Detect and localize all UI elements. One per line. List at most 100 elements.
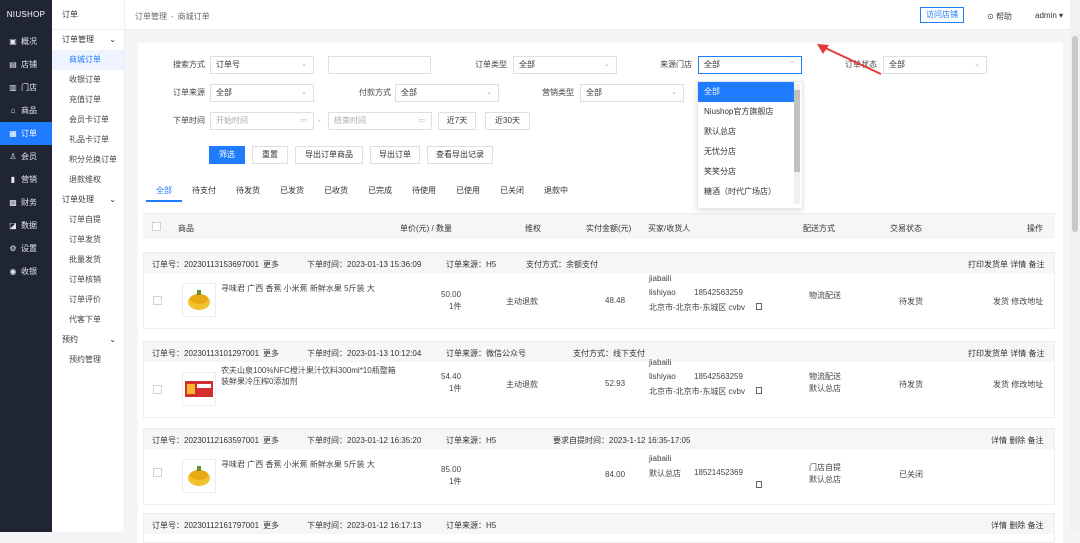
more-link[interactable]: 更多 xyxy=(263,259,279,270)
reset-button[interactable]: 重置 xyxy=(252,146,288,164)
status-tab[interactable]: 待发货 xyxy=(226,180,270,202)
select-all-checkbox[interactable] xyxy=(152,222,161,231)
status-tab[interactable]: 待使用 xyxy=(402,180,446,202)
rail-item-member[interactable]: ♙ 会员 xyxy=(0,145,52,168)
search-type-select[interactable]: 订单号 ⌄ xyxy=(210,56,314,74)
rail-item-goods[interactable]: ⌂ 商品 xyxy=(0,99,52,122)
rail-item-data[interactable]: ◪ 数据 xyxy=(0,214,52,237)
sub-nav-item[interactable]: 礼品卡订单 xyxy=(52,130,124,150)
rail-item-cashier[interactable]: ◉ 收银 xyxy=(0,260,52,283)
sub-nav-item[interactable]: 订单发货 xyxy=(52,230,124,250)
more-link[interactable]: 更多 xyxy=(263,435,279,446)
sub-nav-item[interactable]: 批量发货 xyxy=(52,250,124,270)
copy-icon[interactable] xyxy=(756,387,762,396)
rail-item-marketing[interactable]: ▮ 营销 xyxy=(0,168,52,191)
order-header: 订单号：20230112163597001 更多 下单时间：2023-01-12… xyxy=(144,429,1054,449)
store-option[interactable]: 笑笑分店 xyxy=(698,162,794,182)
store-option[interactable]: 无忧分店 xyxy=(698,142,794,162)
store-option[interactable]: 全部 xyxy=(698,82,794,102)
buyer-link[interactable]: jiabaili xyxy=(649,358,671,367)
export-log-button[interactable]: 查看导出记录 xyxy=(427,146,493,164)
rail-item-chart[interactable]: ▣ 概况 xyxy=(0,30,52,53)
copy-icon[interactable] xyxy=(756,303,762,312)
dropdown-scrollbar[interactable] xyxy=(794,84,800,204)
order-checkbox[interactable] xyxy=(153,296,162,305)
order-type-select[interactable]: 全部 ⌄ xyxy=(513,56,617,74)
sub-nav-item[interactable]: 退款维权 xyxy=(52,170,124,190)
last-30-days-button[interactable]: 近30天 xyxy=(485,112,530,130)
pay-select[interactable]: 全部 ⌄ xyxy=(395,84,499,102)
sub-nav-item[interactable]: 收银订单 xyxy=(52,70,124,90)
sub-nav-item[interactable]: 代客下单 xyxy=(52,310,124,330)
rail-item-settings[interactable]: ⚙ 设置 xyxy=(0,237,52,260)
sub-nav-group-order-process[interactable]: 订单处理 ⌄ xyxy=(52,190,124,210)
sub-nav-item[interactable]: 预约管理 xyxy=(52,350,124,370)
shop-icon: ▥ xyxy=(9,83,17,92)
order-header-actions[interactable]: 打印发货单 详情 备注 xyxy=(968,259,1044,270)
filter-button[interactable]: 筛选 xyxy=(209,146,245,164)
status-tab[interactable]: 已收货 xyxy=(314,180,358,202)
last-7-days-button[interactable]: 近7天 xyxy=(438,112,476,130)
visit-store-button[interactable]: 访问店铺 xyxy=(920,7,964,23)
sub-nav-group-order-mgmt[interactable]: 订单管理 ⌄ xyxy=(52,30,124,50)
status-tab[interactable]: 已使用 xyxy=(446,180,490,202)
rail-item-store[interactable]: ▤ 店铺 xyxy=(0,53,52,76)
buyer-link[interactable]: jiabaili xyxy=(649,274,671,283)
status-tab[interactable]: 已完成 xyxy=(358,180,402,202)
order-checkbox[interactable] xyxy=(153,385,162,394)
page-scrollbar[interactable] xyxy=(1070,0,1080,532)
rail-item-shop[interactable]: ▥ 门店 xyxy=(0,76,52,99)
buyer-link[interactable]: jiabaili xyxy=(649,454,671,463)
refund-link[interactable]: 主动退款 xyxy=(506,296,538,307)
order-actions[interactable]: 发货 修改地址 xyxy=(993,379,1043,390)
order-header-actions[interactable]: 打印发货单 详情 备注 xyxy=(968,348,1044,359)
end-date-input[interactable]: 结束时间 ▭ xyxy=(328,112,432,130)
status-tab[interactable]: 退款中 xyxy=(534,180,578,202)
order-header-actions[interactable]: 详情 删除 备注 xyxy=(991,520,1043,531)
breadcrumb-sep: - xyxy=(171,12,174,21)
ship-store-link[interactable]: 默认总店 xyxy=(809,474,841,485)
sub-nav-item[interactable]: 充值订单 xyxy=(52,90,124,110)
sub-nav-group-reserve[interactable]: 预约 ⌄ xyxy=(52,330,124,350)
product-name[interactable]: 农夫山泉100%NFC橙汁果汁饮料300ml*10瓶整箱装鲜果冷压榨0添加剂 xyxy=(221,365,401,387)
start-date-input[interactable]: 开始时间 ▭ xyxy=(210,112,314,130)
product-name[interactable]: 寻味君 广西 香蕉 小米蕉 新鲜水果 5斤装 大 xyxy=(221,459,381,470)
sub-nav-item[interactable]: 积分兑换订单 xyxy=(52,150,124,170)
search-input[interactable] xyxy=(328,56,431,74)
product-name[interactable]: 寻味君 广西 香蕉 小米蕉 新鲜水果 5斤装 大 xyxy=(221,283,381,294)
status-tab[interactable]: 待支付 xyxy=(182,180,226,202)
source-select[interactable]: 全部 ⌄ xyxy=(210,84,314,102)
rail-item-order[interactable]: ▦ 订单 xyxy=(0,122,52,145)
store-option[interactable]: 糖酒（时代广场店） xyxy=(698,182,794,202)
ship-store-link[interactable]: 默认总店 xyxy=(809,383,841,394)
order-actions[interactable]: 发货 修改地址 xyxy=(993,296,1043,307)
status-tab[interactable]: 已发货 xyxy=(270,180,314,202)
sub-nav-item[interactable]: 订单自提 xyxy=(52,210,124,230)
status-tab[interactable]: 已关闭 xyxy=(490,180,534,202)
sub-nav-item[interactable]: 订单评价 xyxy=(52,290,124,310)
copy-icon[interactable] xyxy=(756,481,762,490)
help-link[interactable]: ⊙ 帮助 xyxy=(987,11,1012,22)
more-link[interactable]: 更多 xyxy=(263,348,279,359)
sub-nav-item[interactable]: 订单核销 xyxy=(52,270,124,290)
export-order-button[interactable]: 导出订单 xyxy=(370,146,420,164)
breadcrumb-parent[interactable]: 订单管理 xyxy=(135,12,167,21)
order-header-actions[interactable]: 详情 删除 备注 xyxy=(991,435,1043,446)
status-tab[interactable]: 全部 xyxy=(146,180,182,202)
store-option[interactable]: Niushop官方旗舰店 xyxy=(698,102,794,122)
more-link[interactable]: 更多 xyxy=(263,520,279,531)
status-select[interactable]: 全部 ⌄ xyxy=(883,56,987,74)
admin-menu[interactable]: admin ▾ xyxy=(1035,11,1063,20)
store-select[interactable]: 全部 ⌃ xyxy=(698,56,802,74)
sub-nav-item[interactable]: 商城订单 xyxy=(52,50,124,70)
marketing-select[interactable]: 全部 ⌄ xyxy=(580,84,684,102)
main-nav-rail: NIUSHOP ▣ 概况 ▤ 店铺 ▥ 门店 ⌂ 商品 ▦ 订单 ♙ 会员 ▮ 营销 ▩ 财务 ◪ 数据 ⚙ 设置 ◉ 收… xyxy=(0,0,52,532)
goods-icon: ⌂ xyxy=(10,106,16,115)
rail-item-finance[interactable]: ▩ 财务 xyxy=(0,191,52,214)
order-checkbox[interactable] xyxy=(153,468,162,477)
refund-link[interactable]: 主动退款 xyxy=(506,379,538,390)
rail-item-label: 概况 xyxy=(21,37,37,46)
store-option[interactable]: 默认总店 xyxy=(698,122,794,142)
sub-nav-item[interactable]: 会员卡订单 xyxy=(52,110,124,130)
export-goods-button[interactable]: 导出订单商品 xyxy=(295,146,363,164)
